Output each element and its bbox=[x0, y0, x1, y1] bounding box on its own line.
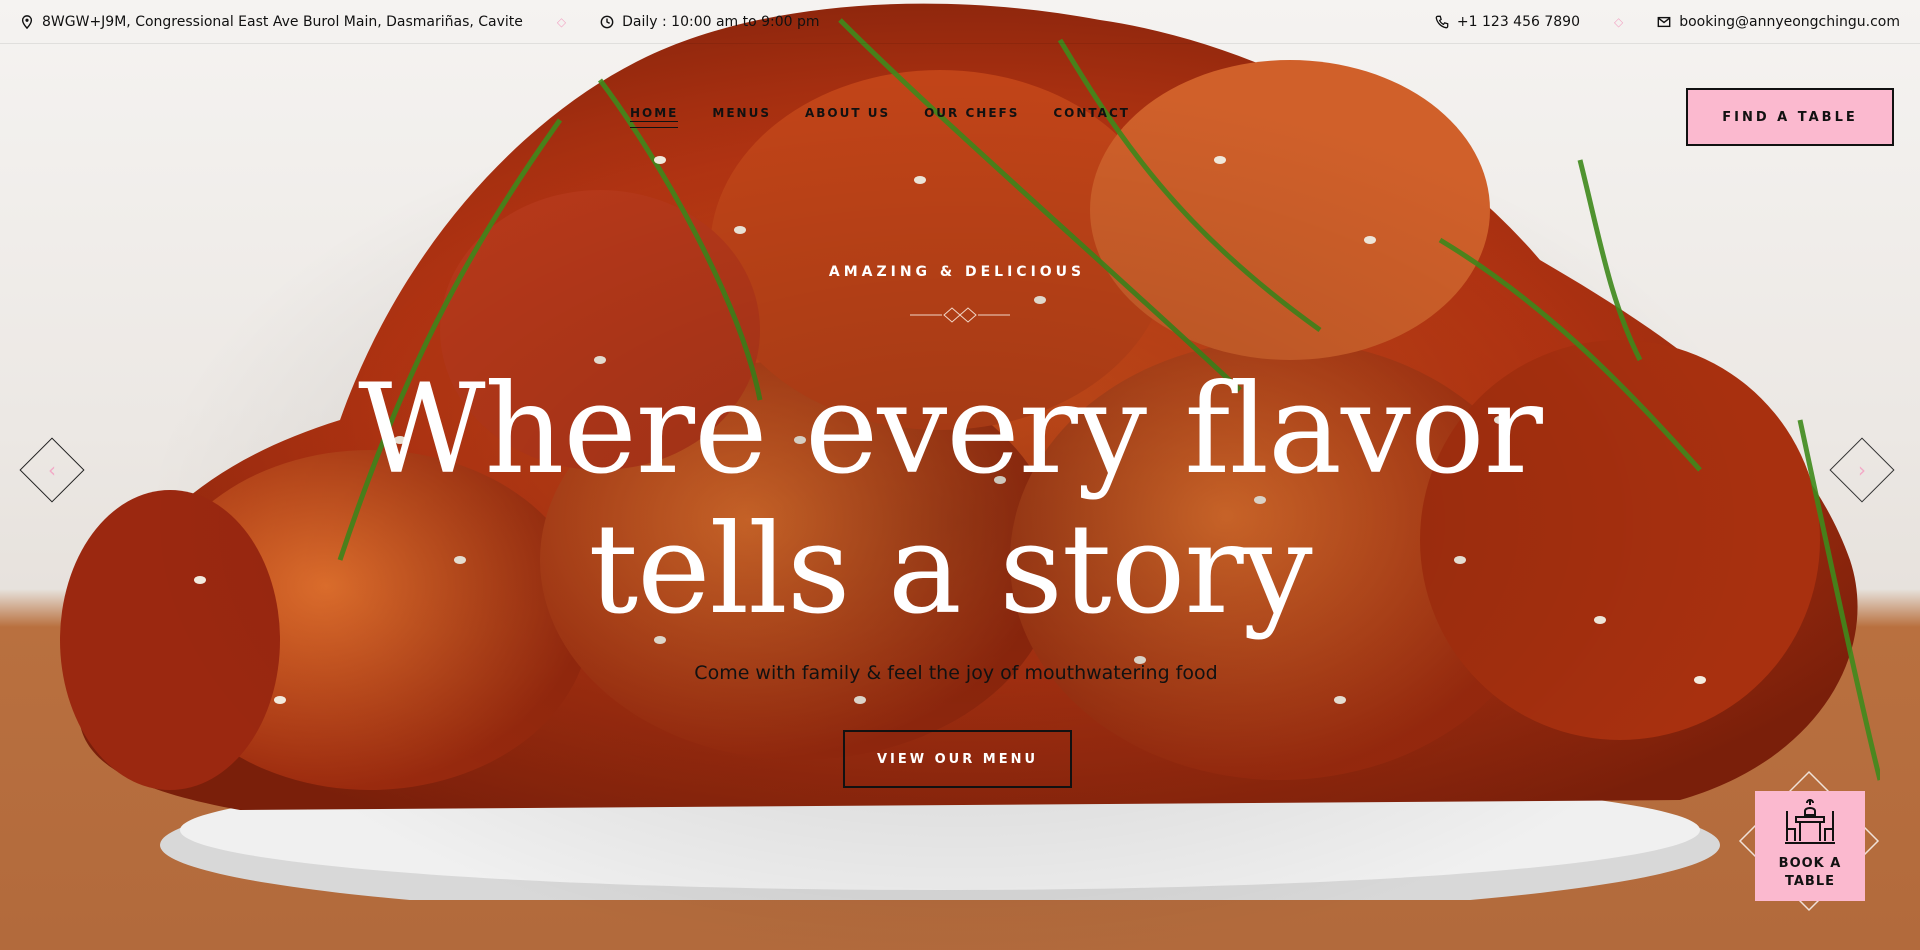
address-text: 8WGW+J9M, Congressional East Ave Burol M… bbox=[42, 13, 523, 30]
book-a-table-label: BOOK A TABLE bbox=[1779, 855, 1842, 891]
view-our-menu-button[interactable]: VIEW OUR MENU bbox=[843, 730, 1072, 788]
main-nav: HOME MENUS ABOUT US OUR CHEFS CONTACT bbox=[630, 106, 1164, 128]
headline-line-2: tells a story bbox=[588, 498, 1312, 642]
book-label-line-1: BOOK A bbox=[1778, 856, 1842, 871]
phone-text[interactable]: +1 123 456 7890 bbox=[1457, 14, 1580, 30]
email-text[interactable]: booking@annyeongchingu.com bbox=[1679, 14, 1900, 30]
hero-headline: Where every flavor tells a story bbox=[0, 360, 1910, 640]
address-item: 8WGW+J9M, Congressional East Ave Burol M… bbox=[20, 14, 523, 30]
email-item[interactable]: booking@annyeongchingu.com bbox=[1657, 14, 1900, 30]
headline-line-1: Where every flavor bbox=[358, 358, 1543, 502]
location-pin-icon bbox=[21, 14, 33, 29]
phone-icon bbox=[1435, 15, 1449, 28]
nav-item-about-us[interactable]: ABOUT US bbox=[805, 106, 890, 128]
chevron-right-icon: › bbox=[1858, 458, 1866, 482]
clock-icon bbox=[600, 15, 614, 28]
nav-item-home[interactable]: HOME bbox=[630, 106, 679, 128]
diamond-ornament-icon bbox=[910, 307, 1010, 323]
separator-diamond-icon: ◇ bbox=[1613, 14, 1624, 29]
mail-icon bbox=[1657, 16, 1671, 27]
hours-item: Daily : 10:00 am to 9:00 pm bbox=[600, 13, 820, 30]
nav-item-contact[interactable]: CONTACT bbox=[1053, 106, 1130, 128]
book-a-table-widget[interactable]: BOOK A TABLE bbox=[1755, 791, 1865, 901]
chevron-left-icon: ‹ bbox=[48, 458, 56, 482]
hero-eyebrow: AMAZING & DELICIOUS bbox=[828, 264, 1086, 280]
nav-item-menus[interactable]: MENUS bbox=[712, 106, 771, 128]
top-info-bar: 8WGW+J9M, Congressional East Ave Burol M… bbox=[0, 0, 1920, 44]
phone-item[interactable]: +1 123 456 7890 bbox=[1435, 14, 1580, 30]
find-a-table-button[interactable]: FIND A TABLE bbox=[1686, 88, 1894, 146]
dining-table-icon bbox=[1785, 799, 1835, 844]
separator-diamond-icon: ◇ bbox=[556, 14, 567, 29]
hero-subline: Come with family & feel the joy of mouth… bbox=[694, 662, 1218, 684]
topbar-left: 8WGW+J9M, Congressional East Ave Burol M… bbox=[20, 14, 820, 30]
nav-item-our-chefs[interactable]: OUR CHEFS bbox=[924, 106, 1019, 128]
book-label-line-2: TABLE bbox=[1784, 874, 1835, 889]
hours-text: Daily : 10:00 am to 9:00 pm bbox=[622, 13, 820, 30]
topbar-right: +1 123 456 7890 ◇ booking@annyeongchingu… bbox=[1435, 14, 1900, 30]
